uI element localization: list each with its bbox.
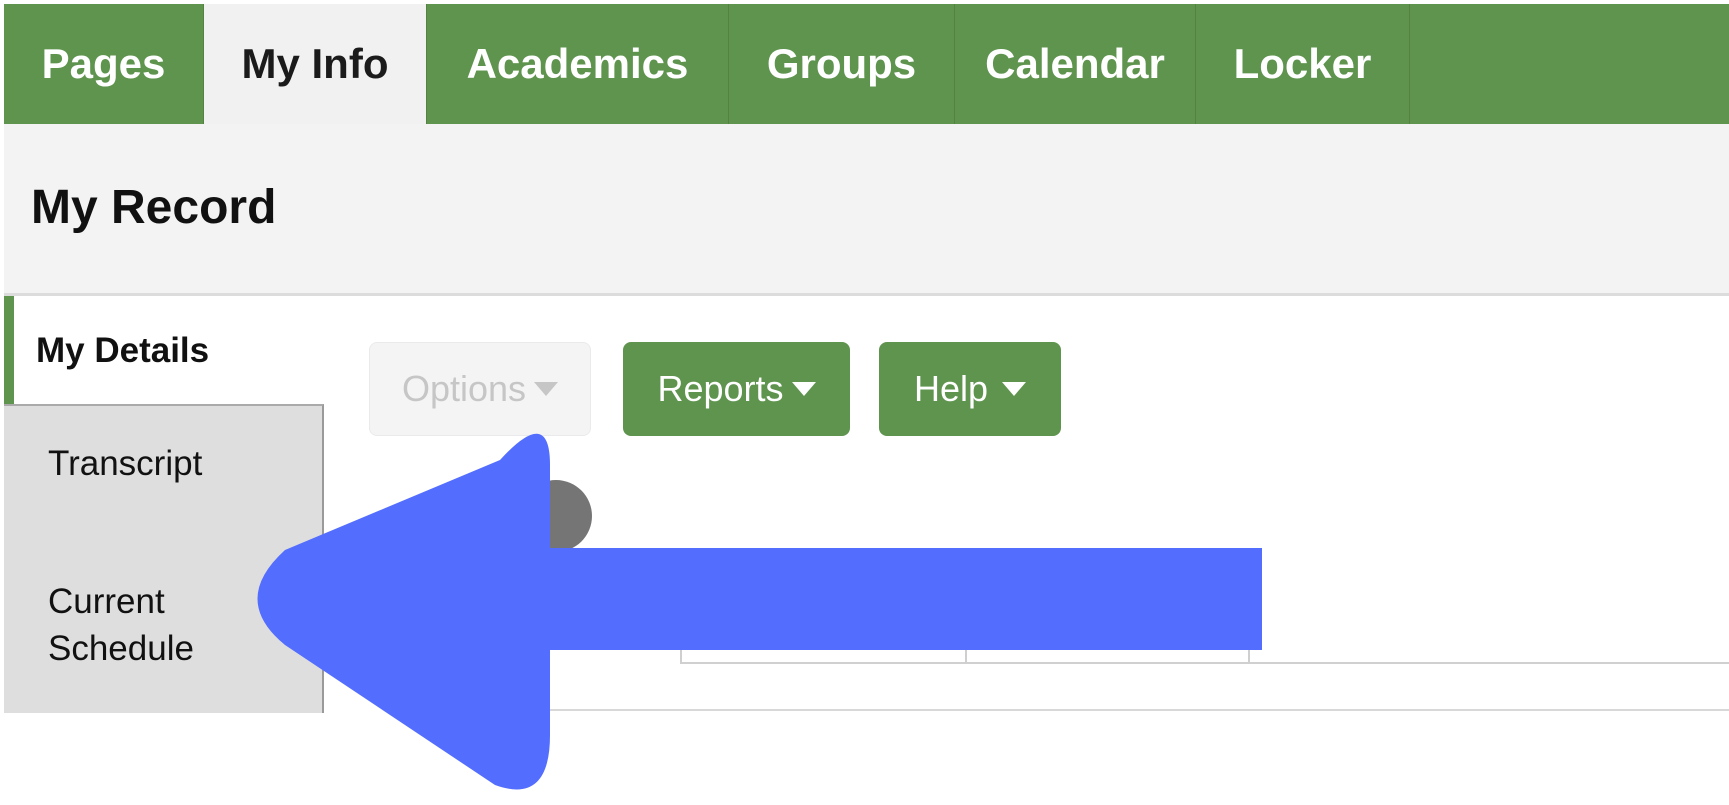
reports-button[interactable]: Reports: [623, 342, 850, 436]
table-divider: [1248, 640, 1250, 664]
table-divider: [540, 709, 1729, 711]
sidebar-menu: My Details Transcript Current Schedule: [4, 296, 324, 713]
chevron-down-icon: [534, 382, 559, 396]
chevron-down-icon: [1002, 382, 1027, 396]
chevron-down-icon: [791, 382, 816, 396]
avatar: [520, 480, 592, 552]
tab-locker[interactable]: Locker: [1196, 4, 1410, 124]
page-title: My Record: [31, 181, 277, 234]
sidebar-item-transcript[interactable]: Transcript: [4, 404, 324, 524]
tab-calendar[interactable]: Calendar: [955, 4, 1196, 124]
table-divider: [680, 640, 682, 664]
tab-my-info[interactable]: My Info: [204, 4, 427, 124]
table-divider: [965, 640, 967, 664]
tab-pages[interactable]: Pages: [4, 4, 204, 124]
help-button[interactable]: Help: [879, 342, 1061, 436]
reports-label: Reports: [657, 368, 784, 409]
options-label: Options: [401, 368, 527, 409]
table-divider: [680, 662, 1729, 664]
top-navigation: Pages My Info Academics Groups Calendar …: [4, 4, 1729, 124]
help-label: Help: [913, 368, 989, 409]
sidebar-item-current-schedule[interactable]: Current Schedule: [4, 524, 324, 713]
content-table-edge: [540, 640, 1729, 720]
arrow-shaft: [470, 548, 1262, 650]
tab-groups[interactable]: Groups: [729, 4, 955, 124]
options-button[interactable]: Options: [369, 342, 591, 436]
tab-academics[interactable]: Academics: [427, 4, 729, 124]
sidebar-item-my-details[interactable]: My Details: [4, 296, 324, 404]
